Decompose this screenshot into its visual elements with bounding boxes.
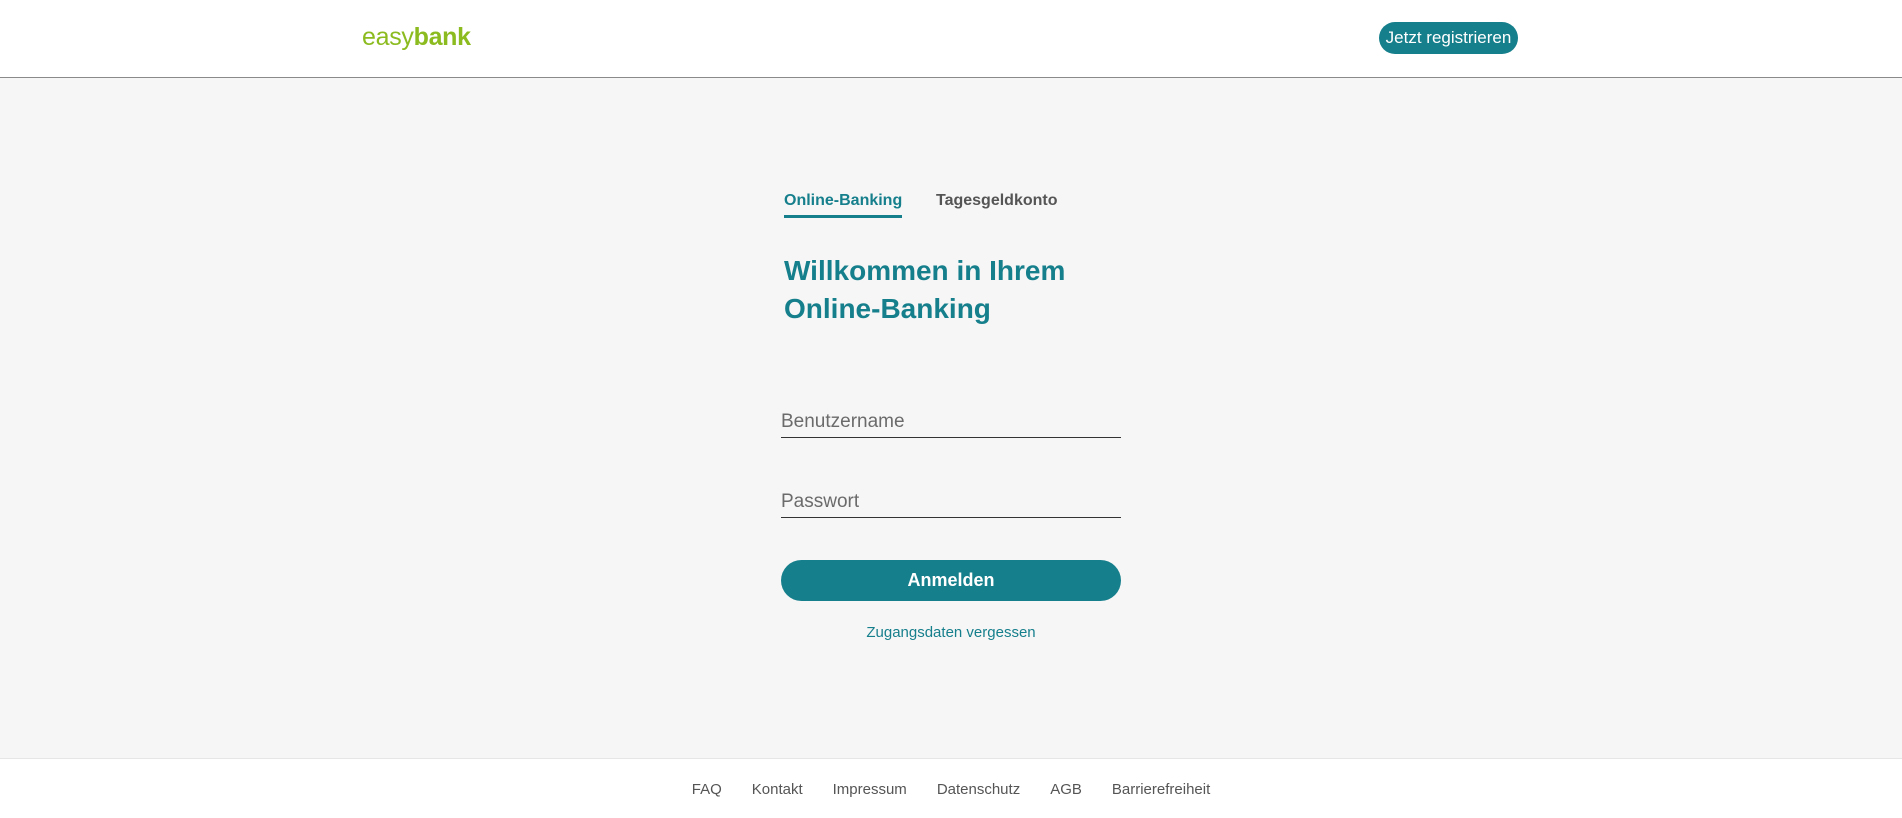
tab-tagesgeldkonto[interactable]: Tagesgeldkonto [936, 190, 1058, 215]
footer-link-datenschutz[interactable]: Datenschutz [937, 780, 1020, 800]
login-button[interactable]: Anmelden [781, 560, 1121, 601]
login-page: easybank Jetzt registrieren Online-Banki… [0, 0, 1902, 818]
page-title: Willkommen in Ihrem Online-Banking [784, 252, 1144, 328]
tab-online-banking[interactable]: Online-Banking [784, 190, 903, 218]
footer-link-impressum[interactable]: Impressum [833, 780, 907, 800]
username-input[interactable] [781, 406, 1121, 438]
page-title-line-2: Online-Banking [784, 293, 991, 324]
easybank-logo[interactable]: easybank [362, 20, 471, 54]
footer-links: FAQ Kontakt Impressum Datenschutz AGB Ba… [0, 780, 1902, 800]
password-input[interactable] [781, 486, 1121, 518]
footer: FAQ Kontakt Impressum Datenschutz AGB Ba… [0, 758, 1902, 818]
main-content: Online-Banking Tagesgeldkonto Willkommen… [0, 78, 1902, 758]
logo-part-easy: easy [362, 23, 414, 51]
forgot-credentials-link[interactable]: Zugangsdaten vergessen [781, 623, 1121, 643]
footer-link-agb[interactable]: AGB [1050, 780, 1082, 800]
footer-link-kontakt[interactable]: Kontakt [752, 780, 803, 800]
register-button[interactable]: Jetzt registrieren [1379, 22, 1518, 54]
page-title-line-1: Willkommen in Ihrem [784, 255, 1066, 286]
footer-link-faq[interactable]: FAQ [692, 780, 722, 800]
logo-part-bank: bank [413, 23, 471, 51]
footer-link-barrierefreiheit[interactable]: Barrierefreiheit [1112, 780, 1210, 800]
header: easybank Jetzt registrieren [0, 0, 1902, 78]
